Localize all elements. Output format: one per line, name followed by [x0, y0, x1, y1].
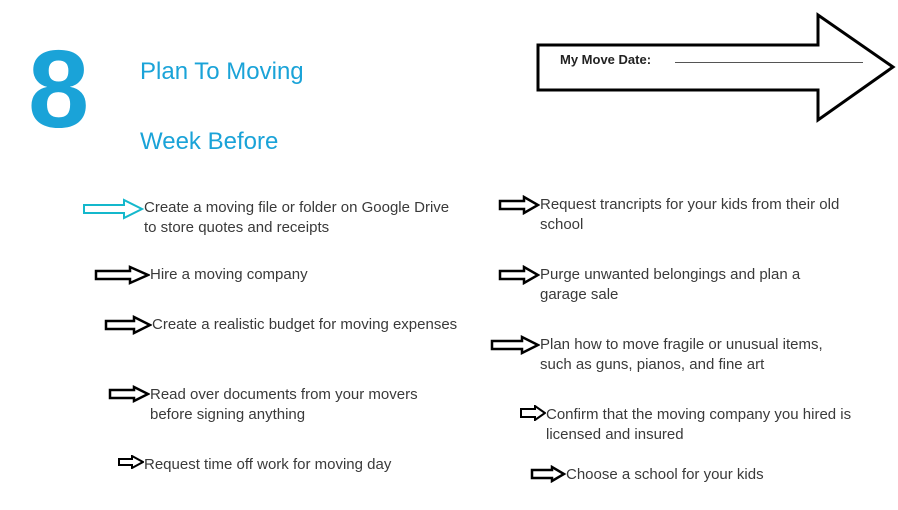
arrow-bullet-icon — [490, 335, 540, 355]
arrow-bullet-icon — [94, 265, 150, 285]
list-item: Plan how to move fragile or unusual item… — [490, 335, 850, 376]
list-item: Read over documents from your movers bef… — [108, 385, 460, 426]
list-item-text: Read over documents from your movers bef… — [150, 385, 460, 426]
arrow-bullet-icon — [108, 385, 150, 403]
list-item-text: Plan how to move fragile or unusual item… — [540, 335, 850, 376]
list-item-text: Choose a school for your kids — [566, 465, 764, 485]
list-item: Choose a school for your kids — [530, 465, 764, 485]
list-item: Request trancripts for your kids from th… — [498, 195, 850, 236]
arrow-bullet-icon — [498, 265, 540, 285]
title-block: Plan To Moving Week Before — [140, 58, 304, 156]
arrow-bullet-icon — [118, 455, 144, 469]
list-item: Confirm that the moving company you hire… — [520, 405, 856, 446]
list-item-text: Request time off work for moving day — [144, 455, 391, 475]
title-line-2: Week Before — [140, 128, 304, 156]
arrow-bullet-icon — [498, 195, 540, 215]
arrow-bullet-icon — [82, 198, 144, 220]
list-item: Request time off work for moving day — [118, 455, 391, 475]
list-item-text: Confirm that the moving company you hire… — [546, 405, 856, 446]
list-item-text: Create a moving file or folder on Google… — [144, 198, 454, 239]
arrow-bullet-icon — [104, 315, 152, 335]
list-item-text: Create a realistic budget for moving exp… — [152, 315, 457, 335]
list-item: Create a moving file or folder on Google… — [82, 198, 454, 239]
move-date-label: My Move Date: — [560, 52, 651, 67]
arrow-bullet-icon — [530, 465, 566, 483]
list-item: Hire a moving company — [94, 265, 308, 285]
list-item: Create a realistic budget for moving exp… — [104, 315, 457, 335]
arrow-bullet-icon — [520, 405, 546, 421]
week-number: 8 — [28, 40, 89, 139]
list-item-text: Hire a moving company — [150, 265, 308, 285]
move-date-arrow-icon — [518, 10, 898, 125]
list-item-text: Purge unwanted belongings and plan a gar… — [540, 265, 850, 306]
list-item: Purge unwanted belongings and plan a gar… — [498, 265, 850, 306]
list-item-text: Request trancripts for your kids from th… — [540, 195, 850, 236]
title-line-1: Plan To Moving — [140, 58, 304, 86]
move-date-blank-line — [675, 62, 863, 63]
